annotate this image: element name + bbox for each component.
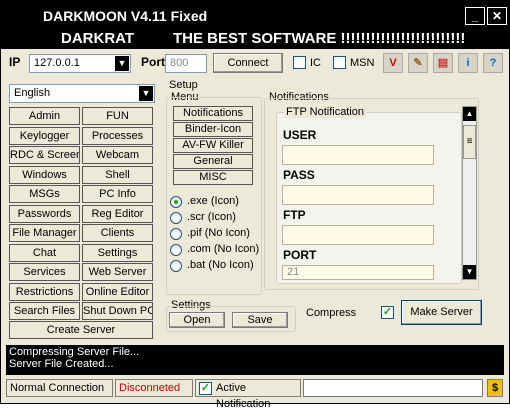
- antivirus-icon[interactable]: V: [383, 53, 403, 73]
- nav-button-web-server[interactable]: Web Server: [82, 263, 153, 281]
- menu-item-av-fw-killer[interactable]: AV-FW Killer: [173, 138, 253, 153]
- extension-radio[interactable]: [170, 212, 182, 224]
- ip-input[interactable]: 127.0.0.1 ▼: [29, 54, 131, 73]
- nav-button-clients[interactable]: Clients: [82, 224, 153, 242]
- close-button[interactable]: ✕: [487, 7, 507, 25]
- extension-label: .scr (Icon): [187, 211, 236, 223]
- port-value: 800: [170, 57, 189, 69]
- extension-label: .bat (No Icon): [187, 259, 254, 271]
- ftp-ftp-label: FTP: [283, 208, 306, 222]
- nav-button-online-editor[interactable]: Online Editor: [82, 282, 153, 301]
- scroll-down-icon[interactable]: ▼: [463, 265, 476, 279]
- help-icon[interactable]: ?: [483, 53, 503, 73]
- extension-label: .exe (Icon): [187, 195, 239, 207]
- ftp-port-input[interactable]: 21: [282, 265, 434, 280]
- extension-label: .com (No Icon): [187, 243, 260, 255]
- extension-radio[interactable]: [170, 196, 182, 208]
- nav-button-shell[interactable]: Shell: [82, 165, 153, 184]
- connection-mode-status: Normal Connection: [6, 379, 113, 397]
- open-button[interactable]: Open: [169, 312, 225, 328]
- active-notification-checkbox[interactable]: ✓: [199, 382, 212, 395]
- book-icon[interactable]: ▤: [433, 53, 453, 73]
- nav-button-search-files[interactable]: Search Files: [9, 302, 80, 320]
- create-server-button[interactable]: Create Server: [9, 321, 153, 339]
- banner-left: DARKRAT: [61, 30, 135, 47]
- nav-button-fun[interactable]: FUN: [82, 107, 153, 125]
- nav-button-settings[interactable]: Settings: [82, 243, 153, 262]
- menu-item-misc[interactable]: MISC: [173, 170, 253, 185]
- ic-checkbox[interactable]: [293, 56, 306, 69]
- ftp-user-input[interactable]: [282, 145, 434, 165]
- banner-right: THE BEST SOFTWARE !!!!!!!!!!!!!!!!!!!!!!…: [173, 30, 466, 47]
- ftp-port-label: PORT: [283, 248, 317, 262]
- save-button[interactable]: Save: [232, 312, 288, 328]
- scrollbar[interactable]: ▲ ≡ ▼: [462, 106, 477, 280]
- nav-button-services[interactable]: Services: [9, 263, 80, 281]
- msn-label: MSN: [350, 57, 375, 69]
- minimize-button[interactable]: _: [465, 7, 485, 25]
- port-label: Port: [141, 55, 165, 69]
- nav-button-windows[interactable]: Windows: [9, 165, 80, 184]
- nav-button-msgs[interactable]: MSGs: [9, 185, 80, 203]
- nav-button-pc-info[interactable]: PC Info: [82, 185, 153, 203]
- log-area: Compressing Server File... Server File C…: [6, 345, 504, 375]
- scroll-up-icon[interactable]: ▲: [463, 107, 476, 121]
- nav-button-file-manager[interactable]: File Manager: [9, 224, 80, 242]
- ip-value: 127.0.0.1: [34, 57, 80, 69]
- nav-button-rdc-screen[interactable]: RDC & Screen: [9, 146, 80, 164]
- window-title: DARKMOON V4.11 Fixed: [43, 8, 208, 24]
- port-input[interactable]: 800: [165, 54, 207, 73]
- app-window: DARKMOON V4.11 Fixed _ ✕ DARKRAT THE BES…: [0, 0, 510, 410]
- language-select[interactable]: English ▼: [9, 84, 155, 103]
- nav-button-processes[interactable]: Processes: [82, 126, 153, 145]
- nav-button-restrictions[interactable]: Restrictions: [9, 282, 80, 301]
- chevron-down-icon[interactable]: ▼: [139, 86, 153, 101]
- banner: DARKRAT THE BEST SOFTWARE !!!!!!!!!!!!!!…: [1, 29, 509, 49]
- menu-item-notifications[interactable]: Notifications: [173, 106, 253, 121]
- msn-checkbox[interactable]: [333, 56, 346, 69]
- menu-item-general[interactable]: General: [173, 154, 253, 169]
- scroll-thumb[interactable]: ≡: [463, 125, 476, 159]
- extension-radio[interactable]: [170, 228, 182, 240]
- chevron-down-icon[interactable]: ▼: [115, 56, 129, 71]
- ftp-pass-label: PASS: [283, 168, 315, 182]
- log-line: Server File Created...: [9, 358, 114, 370]
- info-icon[interactable]: i: [458, 53, 478, 73]
- extension-radio[interactable]: [170, 244, 182, 256]
- nav-button-passwords[interactable]: Passwords: [9, 204, 80, 223]
- extension-radio[interactable]: [170, 260, 182, 272]
- nav-button-admin[interactable]: Admin: [9, 107, 80, 125]
- ftp-notification-title: FTP Notification: [284, 106, 367, 118]
- nav-button-shut-down-pc[interactable]: Shut Down PC: [82, 302, 153, 320]
- extension-label: .pif (No Icon): [187, 227, 250, 239]
- active-notification-label: Active Notification: [216, 382, 271, 410]
- ftp-pass-input[interactable]: [282, 185, 434, 205]
- connection-state-status: Disconneted: [115, 379, 193, 397]
- menu-item-binder-icon[interactable]: Binder-Icon: [173, 122, 253, 137]
- title-bar: DARKMOON V4.11 Fixed _ ✕: [1, 1, 509, 29]
- nav-button-webcam[interactable]: Webcam: [82, 146, 153, 164]
- nav-button-keylogger[interactable]: Keylogger: [9, 126, 80, 145]
- setup-title: Setup: [169, 79, 198, 91]
- language-selected: English: [14, 87, 51, 99]
- ic-label: IC: [310, 57, 321, 69]
- connect-button[interactable]: Connect: [213, 53, 283, 73]
- brush-icon[interactable]: ✎: [408, 53, 428, 73]
- ip-label: IP: [9, 55, 21, 69]
- money-icon[interactable]: $: [487, 379, 503, 397]
- nav-button-chat[interactable]: Chat: [9, 243, 80, 262]
- log-line: Compressing Server File...: [9, 346, 140, 358]
- ftp-user-label: USER: [283, 128, 317, 142]
- ftp-ftp-input[interactable]: [282, 225, 434, 245]
- compress-label: Compress: [306, 307, 357, 319]
- compress-checkbox[interactable]: ✓: [381, 306, 394, 319]
- make-server-button[interactable]: Make Server: [401, 300, 482, 325]
- status-input[interactable]: [303, 379, 483, 397]
- nav-button-reg-editor[interactable]: Reg Editor: [82, 204, 153, 223]
